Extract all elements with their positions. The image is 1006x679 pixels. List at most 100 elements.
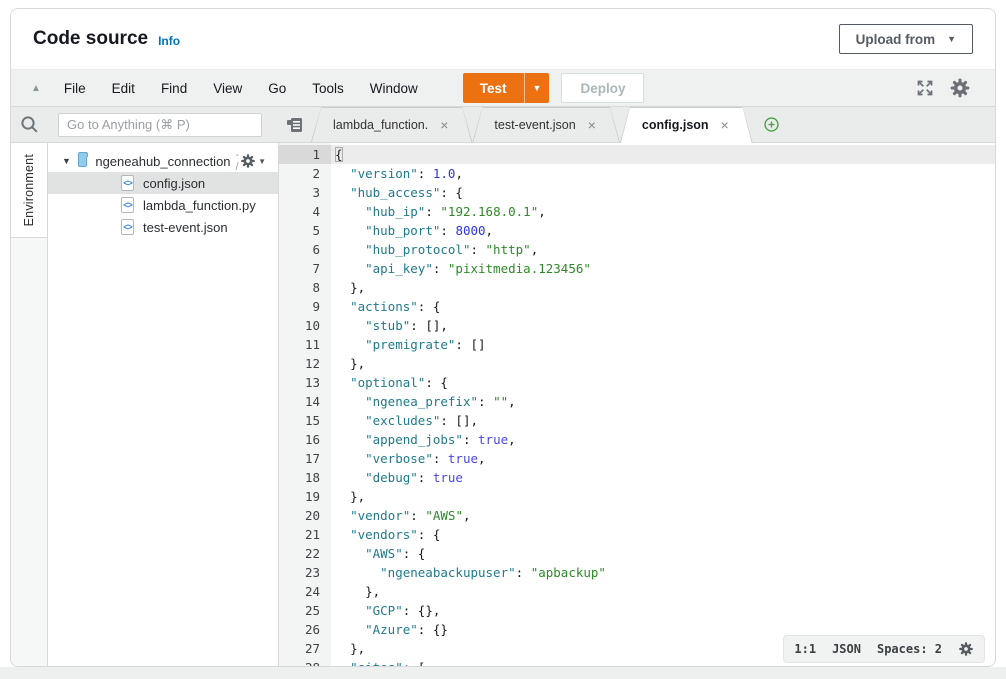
tab-environment[interactable]: Environment bbox=[11, 143, 47, 238]
code-source-panel: Code source Info Upload from ▼ ▲ FileEdi… bbox=[10, 8, 996, 667]
line-number: 12 bbox=[279, 354, 331, 373]
test-dropdown-button[interactable]: ▼ bbox=[524, 73, 550, 103]
line-number: 25 bbox=[279, 601, 331, 620]
menu-item-window[interactable]: Window bbox=[357, 81, 431, 96]
tab-lambda-function[interactable]: lambda_function. × bbox=[311, 107, 472, 142]
collapse-panel-icon[interactable]: ▲ bbox=[31, 83, 41, 94]
code-line[interactable]: "ngeneabackupuser": "apbackup" bbox=[331, 563, 995, 582]
search-icon[interactable] bbox=[19, 114, 40, 135]
line-number: 18 bbox=[279, 468, 331, 487]
code-line[interactable]: "api_key": "pixitmedia.123456" bbox=[331, 259, 995, 278]
line-number: 21 bbox=[279, 525, 331, 544]
ide-area: lambda_function.×test-event.json×config.… bbox=[11, 107, 995, 667]
code-line[interactable]: "vendors": { bbox=[331, 525, 995, 544]
file-icon: <> bbox=[121, 219, 134, 235]
tab-close-icon[interactable]: × bbox=[588, 118, 596, 132]
code-line[interactable]: "actions": { bbox=[331, 297, 995, 316]
code-line[interactable]: "ngenea_prefix": "", bbox=[331, 392, 995, 411]
tab-close-icon[interactable]: × bbox=[721, 118, 729, 132]
code-line[interactable]: }, bbox=[331, 582, 995, 601]
indentation-setting[interactable]: Spaces: 2 bbox=[877, 640, 942, 659]
code-line[interactable]: }, bbox=[331, 354, 995, 373]
code-line[interactable]: }, bbox=[331, 278, 995, 297]
tab-list-icon[interactable] bbox=[279, 107, 311, 142]
code-line[interactable]: "stub": [], bbox=[331, 316, 995, 335]
code-line[interactable]: "hub_port": 8000, bbox=[331, 221, 995, 240]
tree-folder-row[interactable]: ▼ ngeneahub_connection - / bbox=[48, 150, 278, 172]
folder-icon bbox=[78, 155, 87, 167]
code-line[interactable]: "hub_access": { bbox=[331, 183, 995, 202]
new-tab-button[interactable] bbox=[763, 107, 780, 142]
file-icon: <> bbox=[121, 197, 134, 213]
line-number: 6 bbox=[279, 240, 331, 259]
line-number: 13 bbox=[279, 373, 331, 392]
line-number: 11 bbox=[279, 335, 331, 354]
code-line[interactable]: "excludes": [], bbox=[331, 411, 995, 430]
deploy-button[interactable]: Deploy bbox=[561, 73, 644, 103]
line-number: 22 bbox=[279, 544, 331, 563]
goto-anything-input[interactable] bbox=[58, 113, 262, 137]
code-line[interactable]: "debug": true bbox=[331, 468, 995, 487]
line-number: 26 bbox=[279, 620, 331, 639]
menu-item-edit[interactable]: Edit bbox=[99, 81, 148, 96]
line-number: 28 bbox=[279, 658, 331, 667]
upload-from-button[interactable]: Upload from ▼ bbox=[839, 24, 973, 54]
code-line[interactable]: { bbox=[331, 145, 995, 164]
menu-item-view[interactable]: View bbox=[200, 81, 255, 96]
file-icon: <> bbox=[121, 175, 134, 191]
language-mode[interactable]: JSON bbox=[832, 640, 861, 659]
tab-test-event-json[interactable]: test-event.json× bbox=[472, 107, 619, 142]
folder-disclosure-icon[interactable]: ▼ bbox=[62, 156, 71, 166]
code-line[interactable]: "vendor": "AWS", bbox=[331, 506, 995, 525]
code-line[interactable]: "verbose": true, bbox=[331, 449, 995, 468]
editor-status-bar: 1:1 JSON Spaces: 2 bbox=[784, 636, 984, 662]
tree-file-config-json[interactable]: <> config.json bbox=[48, 172, 278, 194]
fullscreen-icon[interactable] bbox=[915, 78, 935, 98]
line-number: 10 bbox=[279, 316, 331, 335]
line-number: 3 bbox=[279, 183, 331, 202]
code-line[interactable]: "AWS": { bbox=[331, 544, 995, 563]
tree-settings-gear-icon[interactable]: ▼ bbox=[240, 153, 266, 169]
left-rail: Environment bbox=[11, 143, 48, 667]
menubar: ▲ FileEditFindViewGoToolsWindow Test ▼ D… bbox=[11, 69, 995, 107]
tab-config-json[interactable]: config.json × bbox=[620, 107, 753, 142]
cursor-position[interactable]: 1:1 bbox=[794, 640, 816, 659]
tab-label: lambda_function. bbox=[333, 118, 428, 132]
line-number: 27 bbox=[279, 639, 331, 658]
tab-close-icon[interactable]: × bbox=[440, 118, 448, 132]
tab-label: config.json bbox=[642, 118, 709, 132]
file-name: config.json bbox=[143, 176, 205, 191]
code-content[interactable]: { "version": 1.0, "hub_access": { "hub_i… bbox=[331, 143, 995, 667]
line-number: 16 bbox=[279, 430, 331, 449]
folder-name: ngeneahub_connection bbox=[95, 154, 230, 169]
tree-file-list: <> config.json <>lambda_function.py<>test-… bbox=[48, 172, 278, 238]
code-line[interactable]: "version": 1.0, bbox=[331, 164, 995, 183]
page-title: Code source bbox=[33, 28, 148, 50]
code-line[interactable]: "hub_protocol": "http", bbox=[331, 240, 995, 259]
line-number-gutter: 1234567891011121314151617181920212223242… bbox=[279, 143, 331, 667]
editor-settings-gear-icon[interactable] bbox=[958, 641, 974, 657]
code-line[interactable]: }, bbox=[331, 487, 995, 506]
code-line[interactable]: "GCP": {}, bbox=[331, 601, 995, 620]
code-line[interactable]: "hub_ip": "192.168.0.1", bbox=[331, 202, 995, 221]
line-number: 8 bbox=[279, 278, 331, 297]
code-line[interactable]: "premigrate": [] bbox=[331, 335, 995, 354]
code-line[interactable]: "append_jobs": true, bbox=[331, 430, 995, 449]
line-number: 1 bbox=[279, 145, 331, 164]
tree-file-lambda-function-py[interactable]: <>lambda_function.py bbox=[48, 194, 278, 216]
code-line[interactable]: "optional": { bbox=[331, 373, 995, 392]
test-button[interactable]: Test ▼ bbox=[463, 73, 550, 103]
menu-item-tools[interactable]: Tools bbox=[299, 81, 357, 96]
line-number: 19 bbox=[279, 487, 331, 506]
line-number: 23 bbox=[279, 563, 331, 582]
code-editor[interactable]: 1234567891011121314151617181920212223242… bbox=[279, 143, 995, 667]
line-number: 2 bbox=[279, 164, 331, 183]
goto-anything-cell bbox=[48, 107, 279, 143]
menu-item-find[interactable]: Find bbox=[148, 81, 200, 96]
menu-item-file[interactable]: File bbox=[51, 81, 99, 96]
settings-gear-icon[interactable] bbox=[949, 77, 971, 99]
info-link[interactable]: Info bbox=[158, 34, 180, 48]
tree-file-test-event-json[interactable]: <>test-event.json bbox=[48, 216, 278, 238]
line-number: 15 bbox=[279, 411, 331, 430]
menu-item-go[interactable]: Go bbox=[255, 81, 299, 96]
